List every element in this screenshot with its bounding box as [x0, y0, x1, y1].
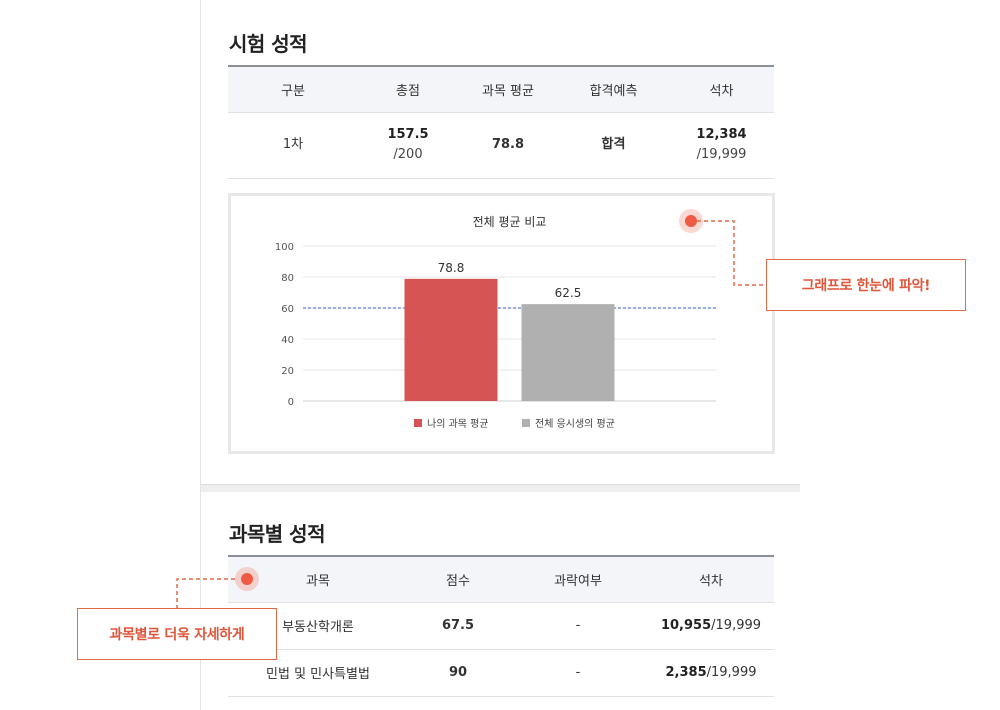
subject-callout: 과목별로 더욱 자세하게: [77, 608, 277, 660]
prediction-cell: 합격: [558, 112, 669, 179]
y-tick-label: 20: [281, 366, 294, 377]
total-max: /200: [393, 147, 423, 162]
legend-label: 나의 과목 평균: [427, 418, 489, 430]
y-tick-label: 0: [288, 397, 294, 408]
subject-score: 90: [408, 649, 508, 697]
header-fail: 과락여부: [508, 555, 648, 603]
subject-fail: -: [508, 649, 648, 697]
header-prediction: 합격예측: [558, 65, 669, 113]
header-total: 총점: [358, 65, 458, 113]
table-row: 부동산학개론 67.5 - 10,955/19,999: [228, 602, 774, 650]
header-subject-rank: 석차: [648, 555, 774, 603]
subject-rank-cell: 2,385/19,999: [648, 649, 774, 697]
subject-average-cell: 78.8: [458, 112, 558, 179]
header-rank: 석차: [669, 65, 774, 113]
rank-total: /19,999: [696, 147, 747, 162]
round-cell: 1차: [228, 112, 358, 179]
subject-rank-cell: 10,955/19,999: [648, 602, 774, 650]
section-separator: [201, 484, 800, 492]
y-tick-label: 60: [281, 304, 294, 315]
graph-callout: 그래프로 한눈에 파악!: [766, 259, 966, 311]
subject-rank-total: /19,999: [711, 618, 762, 633]
subject-fail: -: [508, 602, 648, 650]
table-row: 민법 및 민사특별법 90 - 2,385/19,999: [228, 649, 774, 697]
subject-results-table: 과목 점수 과락여부 석차 부동산학개론 67.5 - 10,955/19,99…: [228, 555, 774, 697]
legend-swatch: [414, 419, 422, 427]
subject-callout-connector: [176, 578, 235, 608]
header-score: 점수: [408, 555, 508, 603]
total-score: 157.5: [387, 127, 429, 142]
legend-swatch: [522, 419, 530, 427]
y-tick-label: 80: [281, 273, 294, 284]
highlight-dot-icon: [235, 567, 259, 591]
table-row: 1차 157.5 /200 78.8 합격 12,384 /19,999: [228, 112, 774, 179]
legend-label: 전체 응시생의 평균: [535, 418, 615, 430]
total-score-cell: 157.5 /200: [358, 112, 458, 179]
exam-results-table: 구분 총점 과목 평균 합격예측 석차 1차 157.5 /200 78.8 합…: [228, 65, 774, 179]
y-tick-label: 100: [275, 242, 294, 253]
subject-rank: 10,955: [660, 618, 712, 633]
rank-value: 12,384: [696, 127, 747, 142]
subject-rank-total: /19,999: [706, 665, 757, 680]
bar-value-label: 62.5: [555, 286, 582, 300]
subject-results-title: 과목별 성적: [229, 522, 325, 546]
bar-value-label: 78.8: [438, 261, 465, 275]
chart-title: 전체 평균 비교: [473, 215, 547, 229]
chart-canvas: 전체 평균 비교 0 20 40 60 80 100 78.8 62.5 나의 과목 평균 전체 응…: [275, 215, 716, 430]
bar: [404, 278, 498, 401]
exam-results-title: 시험 성적: [229, 32, 308, 56]
left-divider: [200, 0, 201, 710]
rank-cell: 12,384 /19,999: [669, 112, 774, 179]
header-average: 과목 평균: [458, 65, 558, 113]
subject-rank: 2,385: [665, 665, 707, 680]
header-round: 구분: [228, 65, 358, 113]
y-tick-label: 40: [281, 335, 294, 346]
subject-score: 67.5: [408, 602, 508, 650]
highlight-dot-icon: [679, 209, 703, 233]
table-header-row: 과목 점수 과락여부 석차: [228, 555, 774, 603]
table-header-row: 구분 총점 과목 평균 합격예측 석차: [228, 65, 774, 113]
bar: [521, 304, 615, 401]
